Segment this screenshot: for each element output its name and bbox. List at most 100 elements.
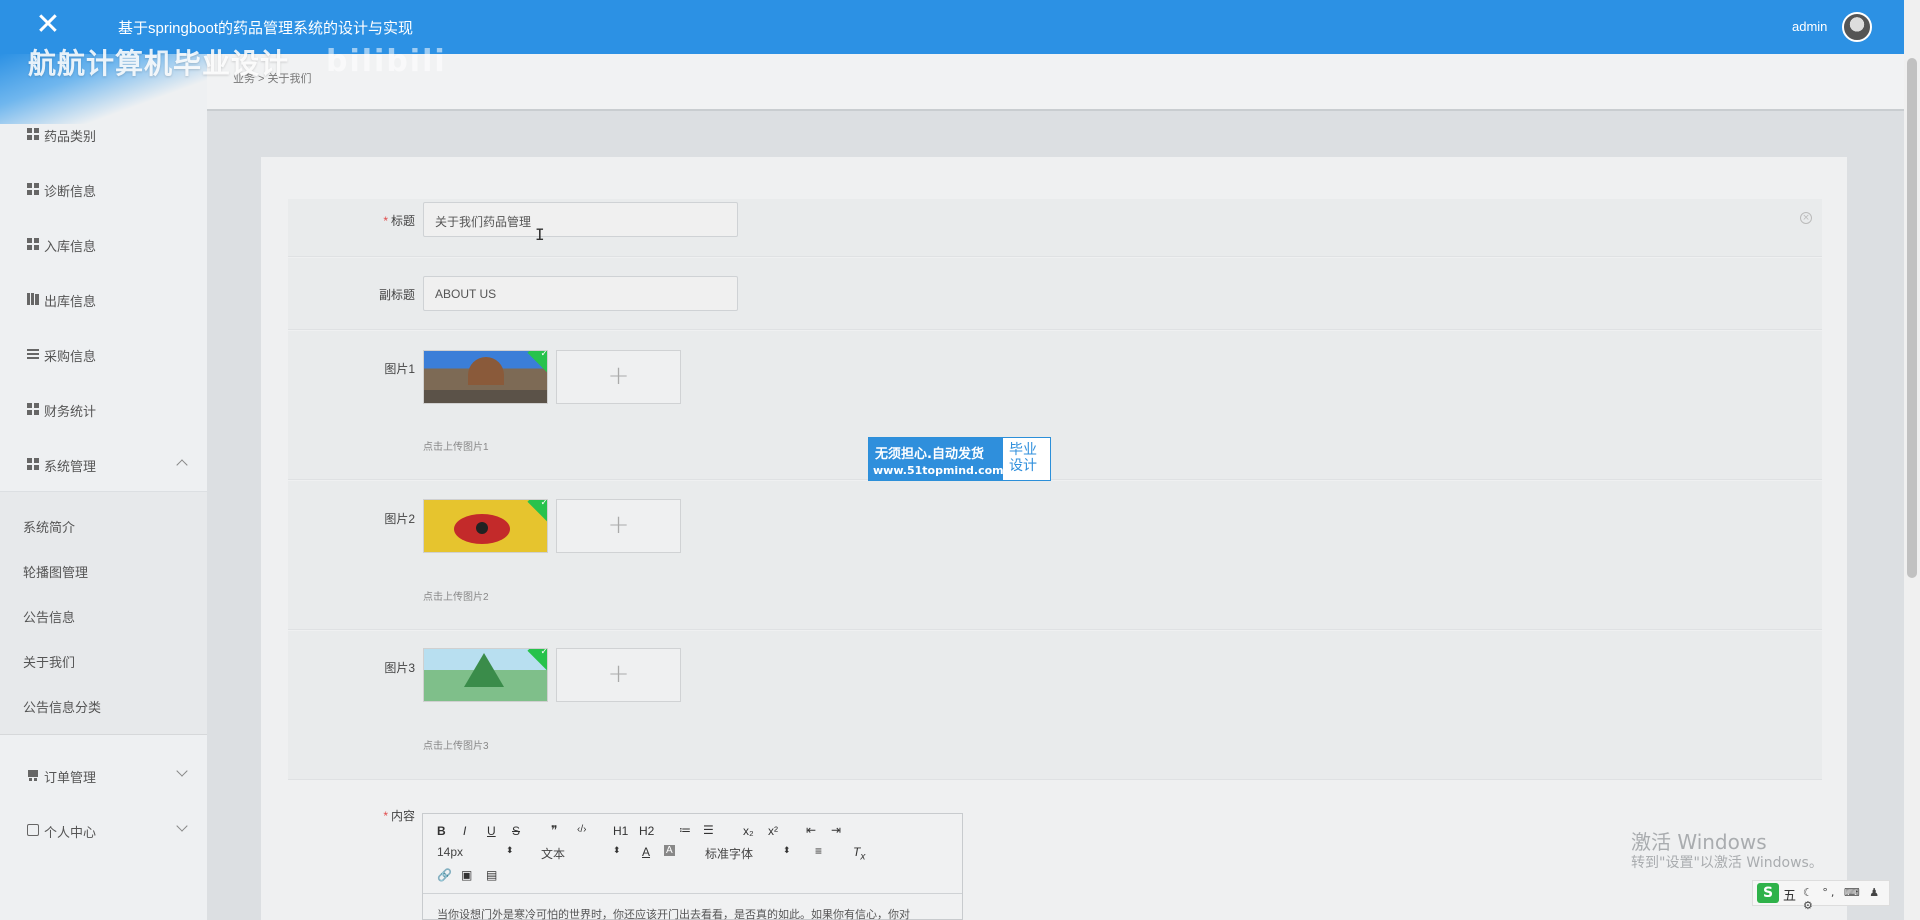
sidebar-item-system-management[interactable]: 系统管理 (0, 444, 207, 484)
background-color-icon[interactable]: A (664, 845, 675, 856)
bullet-list-button[interactable]: ☰ (703, 823, 714, 837)
uploaded-check-icon (527, 351, 547, 373)
title-label: * 标题 (340, 212, 415, 229)
ime-mode[interactable]: 五 (1783, 885, 1796, 904)
required-mark: * (383, 214, 388, 228)
image2-upload-hint: 点击上传图片2 (423, 592, 489, 603)
image2-thumbnail[interactable] (423, 499, 548, 553)
submenu-item-system-intro[interactable]: 系统简介 (23, 517, 75, 536)
page-scrollbar[interactable] (1904, 0, 1920, 920)
editor-toolbar: B I U S ❞ ‹/› H1 H2 ≔ ☰ x₂ x² ⇤ ⇥ 14px ⬍… (423, 814, 962, 894)
uploaded-check-icon (527, 649, 547, 671)
image-content (468, 357, 504, 385)
submenu-item-notice-category[interactable]: 公告信息分类 (23, 697, 101, 716)
chevron-down-icon (176, 765, 188, 777)
blockquote-button[interactable]: ❞ (551, 823, 557, 837)
image-content (464, 653, 504, 687)
cart-icon (27, 769, 39, 781)
ad-banner[interactable]: 无须担心.自动发货 www.51topmind.com 毕业 设计 (868, 437, 1051, 481)
rich-text-editor[interactable]: B I U S ❞ ‹/› H1 H2 ≔ ☰ x₂ x² ⇤ ⇥ 14px ⬍… (422, 813, 963, 920)
image3-upload-hint: 点击上传图片3 (423, 741, 489, 752)
subtitle-input[interactable]: ABOUT US (423, 276, 738, 311)
image3-upload-button[interactable]: + (556, 648, 681, 702)
sidebar-item-label: 订单管理 (44, 770, 97, 785)
title-input[interactable]: 关于我们药品管理 (423, 202, 738, 237)
close-icon[interactable]: ✕ (34, 8, 62, 42)
clear-format-icon[interactable]: Tx (853, 845, 865, 862)
outdent-button[interactable]: ⇤ (806, 823, 816, 837)
system-submenu: 系统简介 轮播图管理 公告信息 关于我们 公告信息分类 (0, 491, 207, 735)
image-icon[interactable]: ▣ (461, 868, 472, 882)
ad-line2: www.51topmind.com (873, 464, 1004, 477)
user-name[interactable]: admin (1792, 19, 1827, 34)
block-type-select[interactable]: 文本 (541, 845, 565, 862)
editor-content[interactable]: 当你设想门外是寒冷可怕的世界时，你还应该开门出去看看，是否真的如此。如果你有信心… (437, 906, 910, 920)
font-color-icon[interactable]: A (642, 845, 650, 859)
select-arrows-icon: ⬍ (783, 845, 791, 855)
code-block-button[interactable]: ‹/› (577, 824, 586, 835)
sidebar-item-label: 个人中心 (44, 825, 97, 840)
chevron-up-icon (176, 459, 188, 471)
heading1-button[interactable]: H1 (613, 824, 628, 838)
ime-logo-icon[interactable]: S (1757, 883, 1779, 903)
image1-thumbnail[interactable] (423, 350, 548, 404)
align-icon[interactable]: ≡ (815, 844, 822, 858)
user-icon (27, 824, 39, 836)
image2-label: 图片2 (384, 512, 415, 526)
list-icon (27, 348, 39, 360)
link-icon[interactable]: 🔗 (437, 868, 452, 882)
subtitle-label: 副标题 (378, 288, 415, 302)
sidebar-item-stock-out[interactable]: 出库信息 (0, 279, 207, 319)
bold-button[interactable]: B (437, 824, 446, 838)
required-mark: * (383, 809, 388, 823)
sidebar-item-label: 出库信息 (44, 294, 97, 309)
grid-icon (27, 183, 39, 195)
scrollbar-thumb[interactable] (1907, 58, 1917, 578)
sidebar-item-label: 采购信息 (44, 349, 97, 364)
image-content (454, 514, 510, 544)
indent-button[interactable]: ⇥ (831, 823, 841, 837)
sidebar-item-label: 财务统计 (44, 404, 97, 419)
bars-icon (27, 293, 39, 305)
grid-icon (27, 128, 39, 140)
ad-text-panel: 无须担心.自动发货 www.51topmind.com (869, 438, 1004, 480)
text-cursor-icon: I (535, 225, 545, 244)
content-label-text: 内容 (390, 809, 415, 823)
superscript-button[interactable]: x² (768, 824, 778, 838)
image3-thumbnail[interactable] (423, 648, 548, 702)
font-family-select[interactable]: 标准字体 (705, 845, 753, 862)
sidebar-item-finance[interactable]: 财务统计 (0, 389, 207, 429)
heading2-button[interactable]: H2 (639, 824, 654, 838)
sidebar-item-profile[interactable]: 个人中心 (0, 810, 207, 850)
sidebar-item-stock-in[interactable]: 入库信息 (0, 224, 207, 264)
app-title: 基于springboot的药品管理系统的设计与实现 (118, 20, 414, 37)
content-header: 业务 > 关于我们 (207, 54, 1904, 111)
italic-button[interactable]: I (463, 824, 466, 838)
grid-icon (27, 238, 39, 250)
sidebar-item-orders[interactable]: 订单管理 (0, 755, 207, 795)
avatar[interactable] (1842, 12, 1872, 42)
ime-tool-icons[interactable]: ☾ °, ⌨ ♟ ⚙ (1803, 886, 1889, 912)
submenu-item-notices[interactable]: 公告信息 (23, 607, 75, 626)
clear-icon[interactable]: × (1800, 212, 1812, 224)
submenu-item-carousel[interactable]: 轮播图管理 (23, 562, 88, 581)
subscript-button[interactable]: x₂ (743, 824, 754, 838)
video-watermark: 航航计算机毕业设计 (28, 47, 290, 80)
sidebar-item-label: 入库信息 (44, 239, 97, 254)
sidebar-item-purchase[interactable]: 采购信息 (0, 334, 207, 374)
ordered-list-button[interactable]: ≔ (679, 823, 691, 837)
windows-activation-hint: 转到"设置"以激活 Windows。 (1631, 855, 1823, 871)
image2-upload-button[interactable]: + (556, 499, 681, 553)
sidebar-item-label: 诊断信息 (44, 184, 97, 199)
font-size-select[interactable]: 14px (437, 845, 463, 859)
image3-label: 图片3 (384, 661, 415, 675)
sidebar-item-drug-category[interactable]: 药品类别 (0, 114, 207, 154)
underline-button[interactable]: U (487, 824, 496, 838)
select-arrows-icon: ⬍ (613, 845, 621, 855)
submenu-item-about-us[interactable]: 关于我们 (23, 652, 75, 671)
strikethrough-button[interactable]: S (512, 824, 520, 838)
image1-upload-button[interactable]: + (556, 350, 681, 404)
video-icon[interactable]: ▤ (486, 868, 497, 882)
sidebar-item-diagnosis[interactable]: 诊断信息 (0, 169, 207, 209)
ime-toolbar[interactable]: S 五 ☾ °, ⌨ ♟ ⚙ (1752, 880, 1890, 912)
